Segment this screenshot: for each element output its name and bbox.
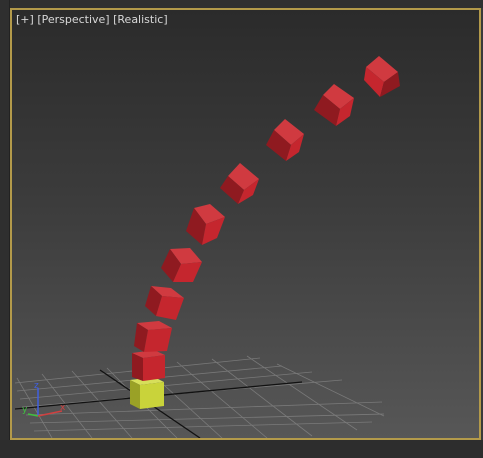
app-window: [+] [Perspective] [Realistic] z x y xyxy=(0,0,483,458)
cube-4[interactable] xyxy=(161,248,202,282)
scene-canvas[interactable]: z x y xyxy=(12,10,479,438)
cube-1[interactable] xyxy=(132,350,165,381)
base-box[interactable] xyxy=(130,377,164,409)
toolbar-strip xyxy=(0,0,483,8)
z-axis-label: z xyxy=(34,381,39,391)
perspective-viewport[interactable]: [+] [Perspective] [Realistic] z x y xyxy=(10,8,481,440)
left-panel-edge xyxy=(0,0,10,458)
cube-5[interactable] xyxy=(186,204,225,245)
ground-grid xyxy=(14,355,385,438)
x-axis-label: x xyxy=(60,403,66,413)
cube-2[interactable] xyxy=(134,321,172,352)
y-axis-label: y xyxy=(22,405,28,415)
cube-8[interactable] xyxy=(314,84,354,126)
cube-9[interactable] xyxy=(364,56,400,97)
cube-7[interactable] xyxy=(266,119,304,161)
cube-6[interactable] xyxy=(220,163,259,204)
status-bar xyxy=(0,440,483,458)
cube-3[interactable] xyxy=(145,286,184,320)
